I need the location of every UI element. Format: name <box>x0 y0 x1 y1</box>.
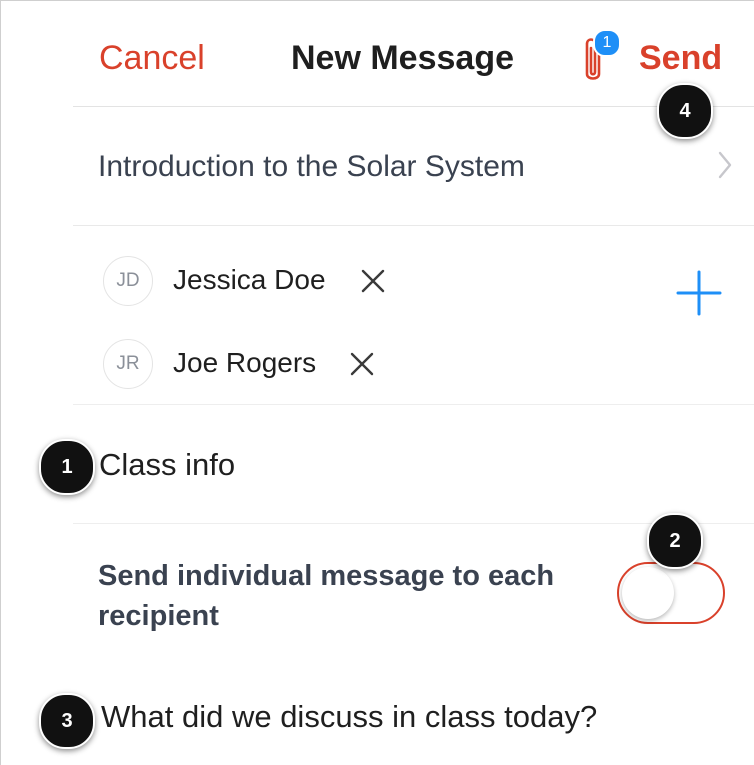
toggle-knob <box>622 567 674 619</box>
recipient-name: Jessica Doe <box>173 264 326 295</box>
avatar: JR <box>103 339 153 389</box>
chevron-right-icon <box>718 151 732 179</box>
callout-marker-2: 2 <box>647 513 703 569</box>
course-name: Introduction to the Solar System <box>98 150 525 183</box>
cancel-button[interactable]: Cancel <box>99 39 205 78</box>
navigation-bar: Cancel New Message 1 Send <box>73 1 754 107</box>
attachment-count-badge: 1 <box>593 29 621 57</box>
send-button[interactable]: Send <box>639 39 722 78</box>
individual-message-label: Send individual message to each recipien… <box>98 560 555 632</box>
subject-field[interactable]: Class info <box>73 405 754 524</box>
course-selector[interactable]: Introduction to the Solar System <box>73 107 754 226</box>
subject-input[interactable]: Class info <box>99 447 235 483</box>
callout-marker-3: 3 <box>39 693 95 749</box>
individual-message-toggle[interactable] <box>617 562 725 624</box>
plus-icon[interactable] <box>676 270 722 316</box>
page-title: New Message <box>291 39 514 77</box>
close-icon[interactable] <box>360 268 386 294</box>
recipient-name: Joe Rogers <box>173 347 317 378</box>
new-message-screen: Cancel New Message 1 Send Introduction t… <box>0 0 754 765</box>
callout-marker-1: 1 <box>39 439 95 495</box>
close-icon[interactable] <box>349 351 375 377</box>
recipients-field: JD Jessica Doe JR Joe Rogers <box>73 226 754 405</box>
message-body-field[interactable]: What did we discuss in class today? <box>73 661 754 765</box>
avatar: JD <box>103 256 153 306</box>
message-body-input[interactable]: What did we discuss in class today? <box>101 699 597 735</box>
callout-marker-4: 4 <box>657 83 713 139</box>
